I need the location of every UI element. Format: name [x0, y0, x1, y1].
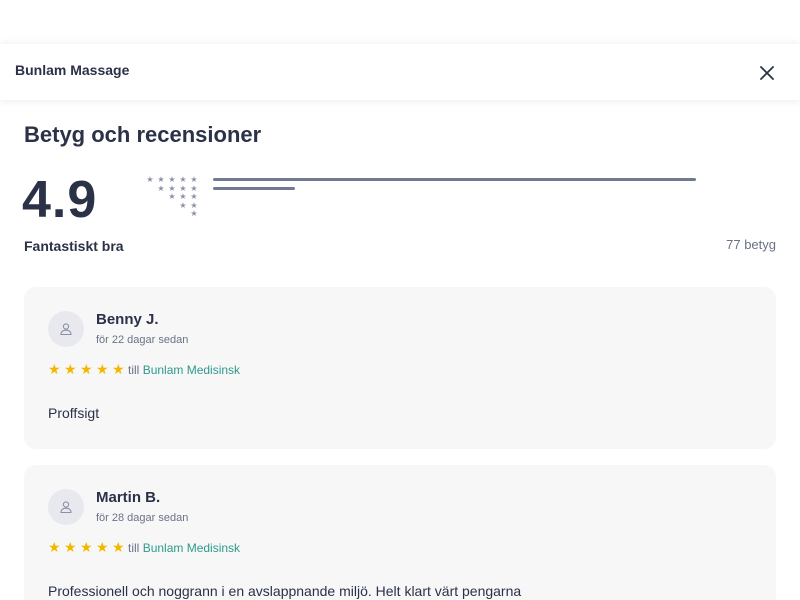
star-icon: ★	[64, 539, 77, 555]
breakdown-star-icon: ★	[190, 192, 198, 201]
breakdown-star-icon: ★	[146, 175, 154, 184]
review-rating-stars: ★ ★ ★ ★ ★	[48, 361, 128, 377]
business-link[interactable]: Bunlam Medisinsk	[143, 541, 240, 555]
star-icon: ★	[48, 539, 61, 555]
breakdown-star-icon: ★	[157, 183, 165, 193]
star-icon: ★	[112, 361, 125, 377]
rating-bar-1	[213, 212, 696, 215]
header-title: Bunlam Massage	[15, 62, 130, 78]
star-icon: ★	[96, 539, 109, 555]
rating-bar-4	[213, 186, 696, 190]
breakdown-star-icon: ★	[179, 200, 187, 210]
review-date: för 28 dagar sedan	[96, 512, 189, 524]
star-breakdown-labels: ★ ★ ★ ★ ★ ★ ★ ★ ★ ★ ★ ★ ★ ★ ★	[146, 176, 202, 222]
rating-bar-2	[213, 204, 696, 207]
rating-bar-3	[213, 195, 696, 198]
review-target: till Bunlam Medisinsk	[128, 541, 240, 555]
star-icon: ★	[112, 539, 125, 555]
star-icon: ★	[80, 539, 93, 555]
breakdown-star-icon: ★	[179, 192, 187, 201]
breakdown-star-icon: ★	[168, 192, 176, 201]
review-rating-stars: ★ ★ ★ ★ ★	[48, 539, 128, 555]
rating-bar-5	[213, 178, 696, 181]
breakdown-star-icon: ★	[190, 209, 198, 218]
star-icon: ★	[64, 361, 77, 377]
total-ratings-count: 77 betyg	[726, 237, 776, 252]
review-text: Proffsigt	[48, 405, 100, 421]
score-label: Fantastiskt bra	[24, 238, 124, 254]
avatar	[48, 489, 84, 525]
till-prefix: till	[128, 541, 140, 555]
review-date: för 22 dagar sedan	[96, 334, 189, 346]
review-card: Benny J. för 22 dagar sedan ★ ★ ★ ★ ★ till B…	[24, 287, 776, 449]
breakdown-star-icon: ★	[179, 175, 187, 184]
rating-bar-fill	[213, 186, 296, 190]
modal-header: Bunlam Massage	[0, 44, 800, 100]
rating-bar-fill	[213, 178, 696, 181]
close-button[interactable]	[757, 63, 777, 83]
business-link[interactable]: Bunlam Medisinsk	[143, 363, 240, 377]
review-text: Professionell och noggrann i en avslappn…	[48, 583, 522, 599]
avatar	[48, 311, 84, 347]
review-target: till Bunlam Medisinsk	[128, 363, 240, 377]
ratings-section-title: Betyg och recensioner	[24, 122, 262, 147]
star-icon: ★	[96, 361, 109, 377]
breakdown-star-icon: ★	[190, 175, 198, 184]
star-icon: ★	[48, 361, 61, 377]
close-icon	[760, 66, 774, 80]
reviewer-name: Benny J.	[96, 311, 159, 328]
user-icon	[60, 323, 72, 336]
till-prefix: till	[128, 363, 140, 377]
star-icon: ★	[80, 361, 93, 377]
user-icon	[60, 501, 72, 514]
review-card: Martin B. för 28 dagar sedan ★ ★ ★ ★ ★ till …	[24, 465, 776, 600]
breakdown-star-icon: ★	[168, 175, 176, 184]
reviewer-name: Martin B.	[96, 489, 161, 506]
breakdown-star-icon: ★	[157, 175, 165, 184]
average-score: 4.9	[22, 171, 98, 229]
